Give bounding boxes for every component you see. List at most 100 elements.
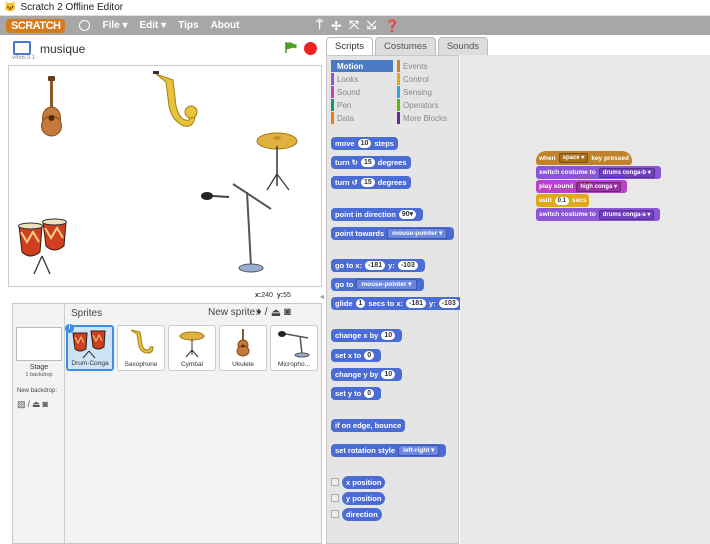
help-icon[interactable]: ❓ (384, 19, 399, 33)
green-flag-icon[interactable] (285, 42, 297, 53)
go-to-xy-block[interactable]: go to x: -181 y: -103 (331, 259, 425, 272)
move-steps-block[interactable]: move 10 steps (331, 137, 398, 150)
y-position-reporter[interactable]: y position (342, 492, 386, 505)
sprite-library-icon[interactable]: ♦ (256, 306, 262, 319)
grow-icon[interactable]: ⤧ (349, 18, 359, 33)
new-sprite-label: New sprite: (208, 307, 259, 318)
version-label: v456.0.1 (12, 55, 36, 61)
new-sprite-tools: ♦ / ⏏ ◙ (256, 306, 291, 319)
sprite-tile-drum-conga[interactable]: i Drum-Conga (65, 324, 114, 371)
change-x-block[interactable]: change x by 10 (331, 329, 403, 342)
set-rotation-style-block[interactable]: set rotation style left-right ▾ (331, 444, 447, 457)
category-data[interactable]: Data (331, 112, 354, 124)
stage-thumbnail[interactable] (16, 327, 62, 361)
stop-icon[interactable] (304, 42, 317, 55)
fullscreen-icon[interactable] (13, 41, 31, 55)
stage-canvas[interactable] (8, 65, 322, 287)
sprite-name: Ukulele (232, 361, 254, 368)
paint-sprite-icon[interactable]: / (265, 306, 268, 319)
tab-costumes[interactable]: Costumes (375, 37, 436, 55)
turn-left-block[interactable]: turn ↺ 15 degrees (331, 176, 411, 189)
category-more-blocks[interactable]: More Blocks (397, 112, 447, 124)
tab-sounds[interactable]: Sounds (437, 37, 489, 55)
stage-panel: musique v456.0.1 (8, 37, 322, 302)
file-menu[interactable]: File ▾ (102, 20, 127, 31)
sprite-name: Saxophone (124, 361, 158, 368)
saxophone-thumbnail (130, 329, 154, 354)
ukulele-sprite[interactable] (41, 76, 62, 137)
language-globe-icon[interactable] (79, 20, 91, 31)
stage-thumbnail-column: Stage 1 backdrop New backdrop: ▨ / ⏏ ◙ (13, 304, 65, 543)
change-y-block[interactable]: change y by 10 (331, 368, 403, 381)
camera-backdrop-icon[interactable]: ◙ (43, 399, 48, 410)
category-operators[interactable]: Operators (397, 99, 439, 111)
shrink-icon[interactable]: ⤩ (367, 18, 377, 33)
category-motion[interactable]: Motion (331, 60, 393, 72)
direction-checkbox[interactable] (331, 510, 339, 518)
camera-sprite-icon[interactable]: ◙ (284, 306, 291, 319)
turn-right-block[interactable]: turn ↻ 15 degrees (331, 156, 411, 169)
sprite-name: Cymbal (180, 361, 204, 368)
sprite-tile-cymbal[interactable]: Cymbal (168, 325, 216, 371)
direction-reporter[interactable]: direction (342, 508, 382, 521)
point-in-direction-block[interactable]: point in direction 90▾ (331, 208, 424, 221)
switch-costume-block-2[interactable]: switch costume to drums conga-a ▾ (536, 208, 661, 221)
new-backdrop-tools: ▨ / ⏏ ◙ (17, 399, 48, 410)
new-backdrop-label: New backdrop: (17, 388, 58, 394)
edit-menu[interactable]: Edit ▾ (140, 20, 167, 31)
sprite-name: Micropho... (277, 361, 311, 368)
delete-icon[interactable]: ✢ (331, 19, 341, 33)
about-menu[interactable]: About (211, 20, 240, 31)
conga-drums-sprite[interactable] (18, 218, 67, 275)
set-x-block[interactable]: set x to 0 (331, 349, 382, 362)
glide-block[interactable]: glide 1 secs to x: -181 y: -103 (331, 297, 466, 310)
drum-conga-thumbnail (72, 330, 106, 359)
collapse-arrow-icon[interactable]: ◂ (320, 292, 324, 301)
play-sound-block[interactable]: play sound high conga ▾ (536, 180, 627, 193)
category-control[interactable]: Control (397, 73, 429, 85)
sprites-panel: Stage 1 backdrop New backdrop: ▨ / ⏏ ◙ S… (12, 303, 322, 544)
scripts-area[interactable]: when space ▾ key pressed switch costume to… (460, 55, 710, 544)
paint-backdrop-icon[interactable]: / (28, 399, 31, 410)
sprite-tile-saxophone[interactable]: Saxophone (117, 325, 165, 371)
x-position-reporter[interactable]: x position (342, 476, 386, 489)
set-y-block[interactable]: set y to 0 (331, 387, 382, 400)
tab-scripts[interactable]: Scripts (326, 37, 374, 55)
category-events[interactable]: Events (397, 60, 427, 72)
wait-block[interactable]: wait 0.1 secs (536, 194, 590, 207)
window-title: Scratch 2 Offline Editor (20, 2, 124, 13)
sprite-name: Drum-Conga (71, 360, 109, 367)
upload-backdrop-icon[interactable]: ⏏ (32, 399, 41, 410)
switch-costume-block-1[interactable]: switch costume to drums conga-b ▾ (536, 166, 661, 179)
ukulele-thumbnail (236, 329, 250, 357)
duplicate-icon[interactable]: ⍑ (316, 18, 323, 33)
block-palette: Motion Looks Sound Pen Data Events Contr… (326, 55, 466, 544)
category-sound[interactable]: Sound (331, 86, 360, 98)
sprite-tile-microphone[interactable]: Micropho... (270, 325, 318, 371)
editor-tabs: Scripts Costumes Sounds (326, 37, 489, 55)
sprites-header: Sprites New sprite: ♦ / ⏏ ◙ (65, 304, 321, 322)
cymbal-sprite[interactable] (256, 132, 298, 191)
sprite-tile-ukulele[interactable]: Ukulele (219, 325, 267, 371)
project-title[interactable]: musique (40, 42, 85, 56)
category-pen[interactable]: Pen (331, 99, 351, 111)
microphone-thumbnail (278, 331, 310, 358)
saxophone-sprite[interactable] (153, 71, 198, 127)
category-looks[interactable]: Looks (331, 73, 358, 85)
microphone-sprite[interactable] (201, 183, 272, 273)
app-icon: 🐱 (4, 2, 17, 13)
category-sensing[interactable]: Sensing (397, 86, 432, 98)
backdrop-count: 1 backdrop (25, 372, 53, 378)
go-to-block[interactable]: go to mouse-pointer ▾ (331, 278, 424, 291)
backdrop-library-icon[interactable]: ▨ (17, 399, 26, 410)
y-position-checkbox[interactable] (331, 494, 339, 502)
tips-menu[interactable]: Tips (178, 20, 198, 31)
bounce-block[interactable]: if on edge, bounce (331, 419, 406, 432)
mouse-coordinates: x:240 y:55 (255, 292, 291, 299)
upload-sprite-icon[interactable]: ⏏ (271, 306, 281, 319)
when-key-pressed-block[interactable]: when space ▾ key pressed (536, 151, 632, 165)
scratch-logo[interactable]: SCRATCH (6, 18, 66, 33)
x-position-checkbox[interactable] (331, 478, 339, 486)
point-towards-block[interactable]: point towards mouse-pointer ▾ (331, 227, 455, 240)
stage-label: Stage (29, 364, 49, 371)
